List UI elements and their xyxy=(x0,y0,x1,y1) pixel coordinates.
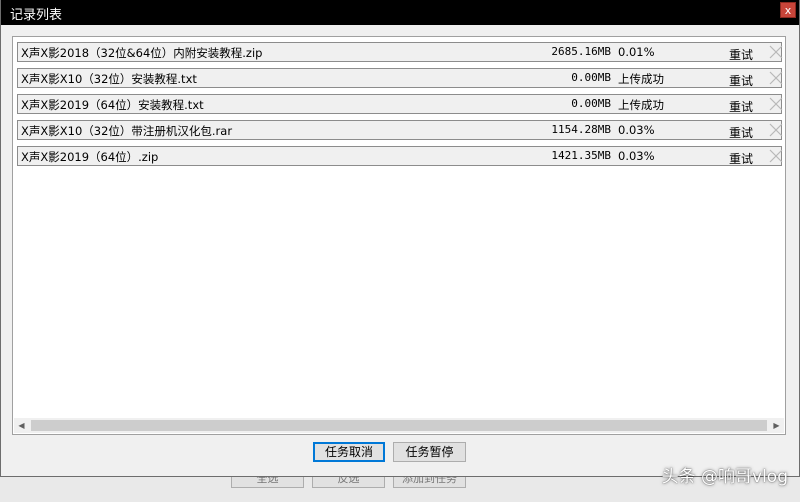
retry-button[interactable]: 重试 xyxy=(729,124,753,141)
file-size: 0.00MB xyxy=(571,97,611,110)
file-size: 1421.35MB xyxy=(551,149,611,162)
retry-button[interactable]: 重试 xyxy=(729,98,753,115)
upload-status: 上传成功 xyxy=(618,98,664,112)
title-bar: 记录列表 x xyxy=(1,0,799,25)
list-item[interactable]: X声X影X10（32位）安装教程.txt 0.00MB 上传成功 重试 xyxy=(17,68,783,89)
file-name: X声X影2019（64位）安装教程.txt xyxy=(21,98,204,112)
file-name: X声X影2019（64位）.zip xyxy=(21,150,159,164)
add-to-task-button[interactable]: 添加到任务 xyxy=(393,476,466,488)
file-size: 2685.16MB xyxy=(551,45,611,58)
window-title: 记录列表 xyxy=(10,8,63,23)
list-item[interactable]: X声X影2019（64位）安装教程.txt 0.00MB 上传成功 重试 xyxy=(17,94,783,115)
file-name: X声X影X10（32位）带注册机汉化包.rar xyxy=(21,124,233,138)
record-list: X声X影2018（32位&64位）内附安装教程.zip 2685.16MB 0.… xyxy=(12,36,786,435)
scrollbar-thumb[interactable] xyxy=(31,420,767,431)
delete-icon[interactable] xyxy=(769,123,783,137)
delete-icon[interactable] xyxy=(769,45,783,59)
scroll-right-icon[interactable]: ▶ xyxy=(769,418,784,433)
invert-selection-button[interactable]: 反选 xyxy=(312,476,385,488)
retry-button[interactable]: 重试 xyxy=(729,72,753,89)
delete-icon[interactable] xyxy=(769,71,783,85)
cancel-task-button[interactable]: 任务取消 xyxy=(313,442,385,462)
pause-task-button[interactable]: 任务暂停 xyxy=(393,442,466,462)
select-all-button[interactable]: 全选 xyxy=(231,476,304,488)
retry-button[interactable]: 重试 xyxy=(729,46,753,63)
file-name: X声X影X10（32位）安装教程.txt xyxy=(21,72,197,86)
watermark: 头条 @响哥vlog xyxy=(661,467,788,487)
delete-icon[interactable] xyxy=(769,149,783,163)
upload-status: 上传成功 xyxy=(618,72,664,86)
scroll-left-icon[interactable]: ◀ xyxy=(14,418,29,433)
list-item[interactable]: X声X影2018（32位&64位）内附安装教程.zip 2685.16MB 0.… xyxy=(17,42,783,63)
file-name: X声X影2018（32位&64位）内附安装教程.zip xyxy=(21,46,263,60)
horizontal-scrollbar[interactable]: ◀ ▶ xyxy=(14,418,784,433)
file-size: 1154.28MB xyxy=(551,123,611,136)
upload-status: 0.03% xyxy=(618,123,655,137)
delete-icon[interactable] xyxy=(769,97,783,111)
retry-button[interactable]: 重试 xyxy=(729,150,753,167)
close-button[interactable]: x xyxy=(780,2,796,18)
upload-status: 0.01% xyxy=(618,45,655,59)
file-size: 0.00MB xyxy=(571,71,611,84)
record-list-window: 记录列表 x X声X影2018（32位&64位）内附安装教程.zip 2685.… xyxy=(0,0,800,477)
list-item[interactable]: X声X影2019（64位）.zip 1421.35MB 0.03% 重试 xyxy=(17,146,783,167)
list-item[interactable]: X声X影X10（32位）带注册机汉化包.rar 1154.28MB 0.03% … xyxy=(17,120,783,141)
upload-status: 0.03% xyxy=(618,149,655,163)
